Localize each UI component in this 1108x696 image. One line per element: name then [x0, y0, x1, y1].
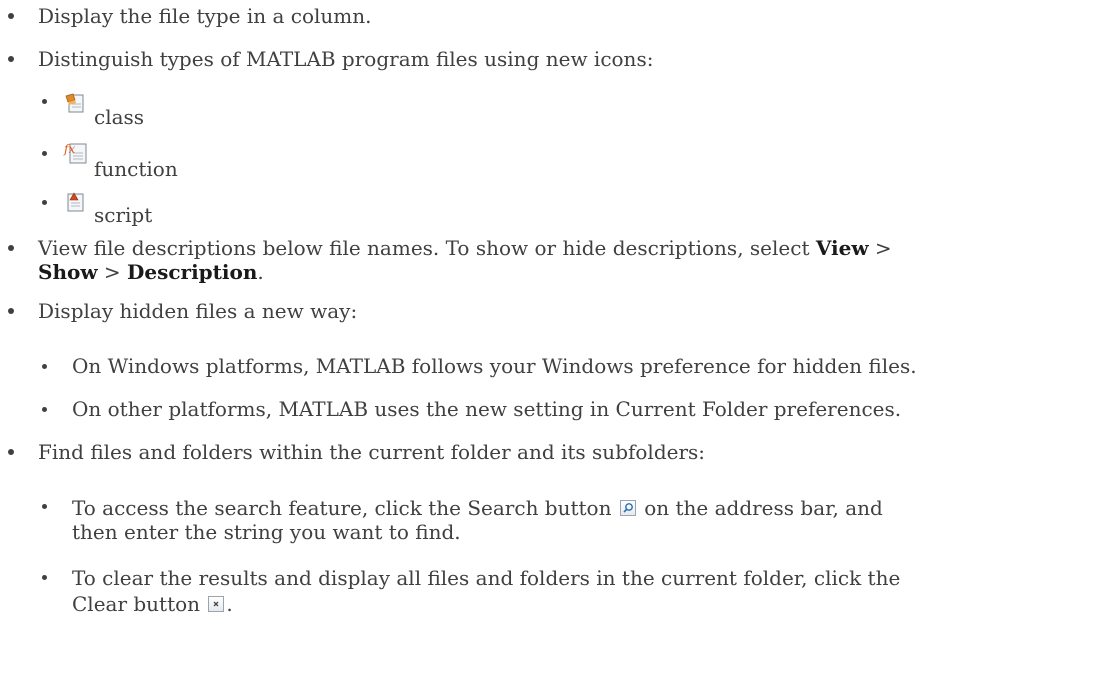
class-file-icon	[65, 93, 84, 113]
svg-text:fx: fx	[63, 142, 75, 156]
bullet	[42, 99, 47, 104]
menu-show: Show	[38, 260, 98, 284]
sub-item-clear: To clear the results and display all fil…	[72, 566, 901, 590]
sub-item-windows: On Windows platforms, MATLAB follows you…	[72, 354, 917, 378]
list-item-find-files: Find files and folders within the curren…	[38, 440, 706, 464]
bullet	[8, 449, 14, 455]
sub-item-search-line2: then enter the string you want to find.	[72, 520, 461, 544]
search-text-after: on the address bar, and	[637, 496, 883, 520]
sub-item-clear-line2: Clear button .	[72, 590, 233, 618]
period: .	[257, 260, 264, 284]
clear-text: Clear button	[72, 592, 201, 616]
function-label: function	[94, 157, 178, 181]
function-file-icon: fx	[63, 142, 87, 164]
class-label: class	[94, 105, 145, 129]
bullet	[8, 13, 14, 19]
clear-button-icon	[208, 596, 225, 612]
bullet	[8, 308, 14, 314]
bullet	[42, 364, 47, 369]
sub-item-other-platforms: On other platforms, MATLAB uses the new …	[72, 397, 902, 421]
menu-view: View	[815, 236, 869, 260]
bullet	[8, 245, 14, 251]
bullet	[42, 407, 47, 412]
list-item-hidden-files: Display hidden files a new way:	[38, 299, 358, 323]
search-text: To access the search feature, click the …	[72, 496, 612, 520]
separator: >	[868, 236, 892, 260]
list-item-icons: Distinguish types of MATLAB program file…	[38, 47, 654, 71]
separator: >	[97, 260, 128, 284]
script-label: script	[94, 203, 153, 227]
bullet	[8, 56, 14, 62]
script-file-icon	[67, 192, 84, 212]
bullet	[42, 575, 47, 580]
bullet	[42, 200, 47, 205]
description-text: View file descriptions below file names.…	[38, 236, 816, 260]
menu-description: Description	[127, 260, 258, 284]
list-item-file-type: Display the file type in a column.	[38, 4, 372, 28]
list-item-descriptions-line2: Show > Description.	[38, 258, 264, 286]
bullet	[42, 504, 47, 509]
bullet	[42, 151, 47, 156]
clear-period: .	[226, 592, 233, 616]
search-button-icon	[619, 500, 636, 516]
